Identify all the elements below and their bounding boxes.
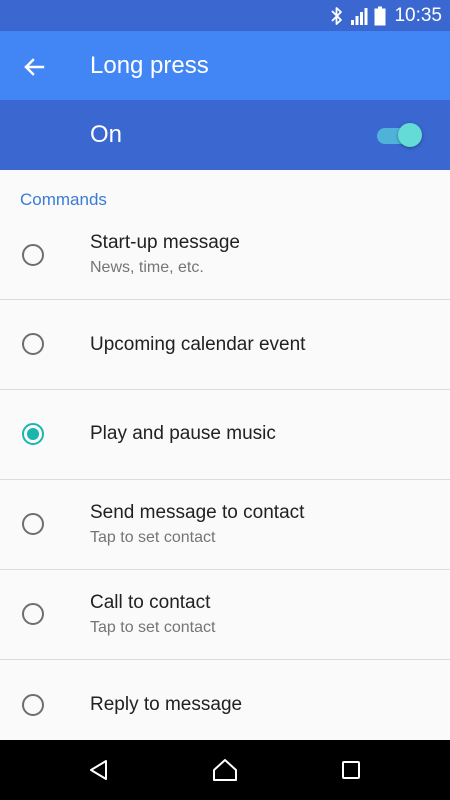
list-item-text: Call to contact Tap to set contact <box>90 591 434 639</box>
list-item-title: Call to contact <box>90 592 211 613</box>
nav-back-button[interactable] <box>81 752 117 788</box>
back-button[interactable] <box>14 47 54 87</box>
list-item-text: Send message to contact Tap to set conta… <box>90 501 434 549</box>
list-item-title: Play and pause music <box>90 423 276 444</box>
app-toolbar: Long press <box>0 31 450 100</box>
battery-icon <box>374 6 386 25</box>
list-item[interactable]: Reply to message <box>0 660 450 749</box>
list-item[interactable]: Call to contact Tap to set contact <box>0 570 450 660</box>
list-item-title: Reply to message <box>90 694 243 715</box>
list-item-subtitle: Tap to set contact <box>90 529 216 546</box>
arrow-back-icon <box>24 58 45 76</box>
list-item-title: Upcoming calendar event <box>90 334 306 355</box>
list-item[interactable]: Start-up message News, time, etc. <box>0 210 450 300</box>
list-item-subtitle: News, time, etc. <box>90 259 204 276</box>
list-item[interactable]: Play and pause music <box>0 390 450 480</box>
master-switch-bar[interactable]: On <box>0 100 450 170</box>
commands-list: Start-up message News, time, etc. Upcomi… <box>0 210 450 749</box>
signal-icon <box>351 7 368 25</box>
list-item-title: Send message to contact <box>90 502 305 523</box>
status-time: 10:35 <box>394 4 442 26</box>
recents-icon <box>342 761 360 779</box>
radio-button[interactable] <box>22 333 44 355</box>
radio-button[interactable] <box>22 603 44 625</box>
list-item-text: Reply to message <box>90 693 434 717</box>
bluetooth-icon <box>331 6 343 25</box>
status-bar: 10:35 <box>0 0 450 31</box>
list-item[interactable]: Send message to contact Tap to set conta… <box>0 480 450 570</box>
toggle-thumb <box>398 123 422 147</box>
commands-section-header: Commands <box>20 190 107 209</box>
master-switch-toggle[interactable] <box>374 122 422 148</box>
list-item-text: Start-up message News, time, etc. <box>90 231 434 279</box>
page-title: Long press <box>90 52 209 79</box>
home-icon <box>213 759 237 781</box>
list-item-title: Start-up message <box>90 232 240 253</box>
back-triangle-icon <box>90 760 107 780</box>
system-nav-bar <box>0 740 450 800</box>
list-item-subtitle: Tap to set contact <box>90 619 216 636</box>
list-item-text: Upcoming calendar event <box>90 333 434 357</box>
radio-button[interactable] <box>22 244 44 266</box>
list-item-text: Play and pause music <box>90 422 434 446</box>
nav-recents-button[interactable] <box>333 752 369 788</box>
list-item[interactable]: Upcoming calendar event <box>0 300 450 390</box>
radio-button-selected[interactable] <box>22 423 44 445</box>
status-icons: 10:35 <box>330 0 442 31</box>
radio-button[interactable] <box>22 694 44 716</box>
radio-button[interactable] <box>22 513 44 535</box>
master-switch-label: On <box>90 121 123 148</box>
nav-home-button[interactable] <box>207 752 243 788</box>
